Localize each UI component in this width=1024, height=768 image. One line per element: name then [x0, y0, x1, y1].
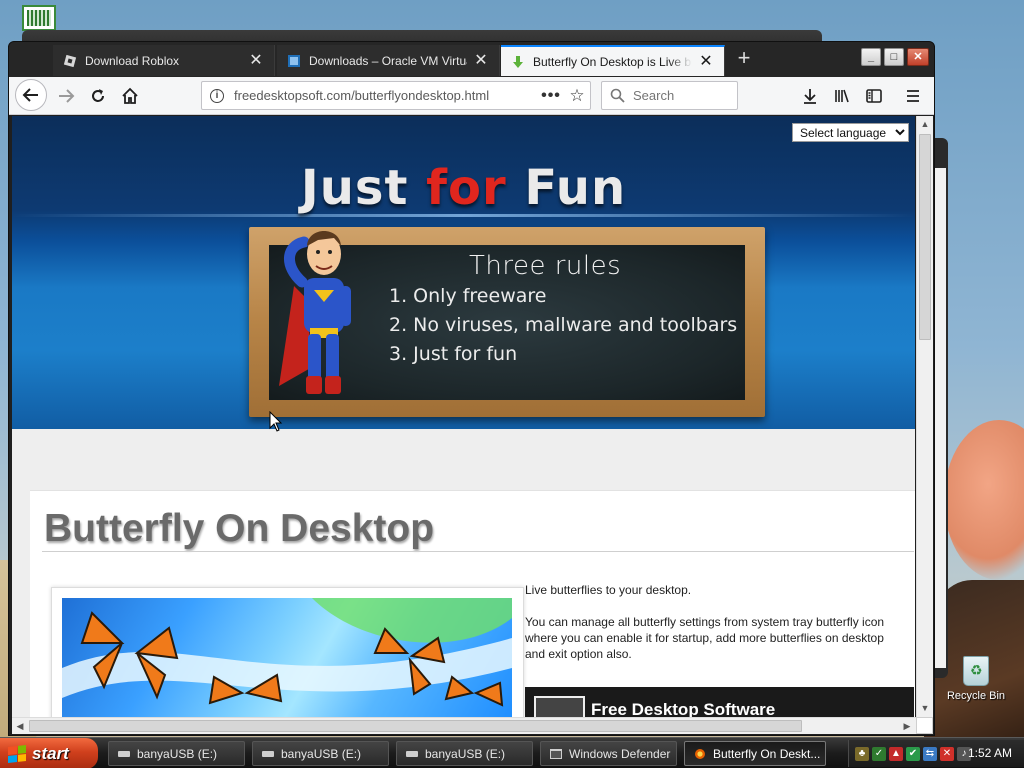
taskbar-item-butterfly-browser[interactable]: Butterfly On Deskt...	[684, 741, 826, 766]
tab-virtualbox-downloads[interactable]: Downloads – Oracle VM VirtualBox ✕	[277, 45, 500, 76]
tab-label: Downloads – Oracle VM VirtualBox	[309, 53, 467, 68]
recycle-bin[interactable]: Recycle Bin	[944, 656, 1008, 702]
butterflies-illustration	[62, 598, 512, 707]
home-button[interactable]	[115, 81, 145, 111]
horizontal-scrollbar[interactable]: ◀ ▶	[12, 717, 916, 734]
drive-icon	[262, 750, 274, 757]
recycle-bin-label: Recycle Bin	[946, 690, 1006, 702]
page-title: Butterfly On Desktop	[44, 507, 435, 550]
maximize-button[interactable]: □	[884, 48, 904, 66]
mouse-cursor-icon	[269, 411, 283, 432]
tab-label: Butterfly On Desktop is Live butterflies	[533, 54, 692, 69]
windows-flag-icon	[8, 744, 26, 763]
search-box[interactable]	[601, 81, 738, 110]
hero-title: Just for Fun	[300, 160, 627, 216]
site-info-icon[interactable]: i	[210, 88, 224, 103]
recycle-bin-icon[interactable]	[963, 656, 989, 686]
page-viewport[interactable]: Just for Fun Select language Three rules…	[12, 116, 915, 717]
start-label: start	[32, 743, 69, 763]
desktop-wallpaper-hand	[944, 420, 1024, 580]
bookmark-star-icon[interactable]: ☆	[564, 86, 590, 106]
free-desktop-software-widget[interactable]: Free Desktop Software	[525, 687, 914, 717]
description-intro: Live butterflies to your desktop.	[525, 583, 692, 597]
alert-icon[interactable]: ✕	[940, 746, 954, 761]
forward-arrow-icon	[59, 89, 75, 103]
reload-button[interactable]	[83, 81, 113, 111]
title-divider	[42, 551, 914, 552]
taskbar-item-windows-defender[interactable]: Windows Defender	[540, 741, 677, 766]
minimize-button[interactable]: _	[861, 48, 881, 66]
rule-item: 3. Just for fun	[389, 343, 518, 365]
virtualbox-favicon-icon	[288, 54, 300, 67]
downloads-button[interactable]	[795, 81, 825, 111]
drive-icon	[118, 750, 130, 757]
search-icon	[610, 88, 625, 103]
rule-item: 1. Only freeware	[389, 285, 547, 307]
tab-label: Download Roblox	[85, 53, 180, 68]
network-icon[interactable]: ⇆	[923, 746, 937, 761]
network-people-icon[interactable]: ♣	[855, 746, 869, 761]
scroll-right-arrow-icon[interactable]: ▶	[899, 718, 915, 734]
download-arrow-favicon-icon	[513, 55, 523, 68]
article-card: Butterfly On Desktop Live butterflies to…	[30, 490, 915, 717]
scroll-left-arrow-icon[interactable]: ◀	[12, 718, 28, 734]
drive-icon	[406, 750, 418, 757]
vertical-scrollbar[interactable]: ▲ ▼	[916, 116, 933, 717]
forward-button[interactable]	[51, 81, 81, 111]
sidebar-button[interactable]	[859, 81, 889, 111]
search-input[interactable]	[633, 88, 733, 103]
menu-button[interactable]	[898, 81, 928, 111]
taskbar: start banyaUSB (E:) banyaUSB (E:) banyaU…	[0, 737, 1024, 768]
download-icon	[804, 89, 816, 104]
library-button[interactable]	[827, 81, 857, 111]
close-icon[interactable]: ✕	[698, 53, 714, 70]
hero-banner: Just for Fun Select language Three rules…	[12, 116, 915, 432]
rules-title: Three rules	[469, 251, 622, 281]
close-window-button[interactable]: ✕	[907, 48, 929, 66]
horizontal-scroll-thumb[interactable]	[29, 720, 802, 732]
scrollbar-corner	[916, 717, 933, 734]
hamburger-menu-icon	[907, 90, 919, 102]
rule-item: 2. No viruses, mallware and toolbars	[389, 314, 738, 336]
taskbar-item-banyausb[interactable]: banyaUSB (E:)	[396, 741, 533, 766]
window-icon	[550, 748, 562, 759]
new-tab-button[interactable]: +	[733, 47, 755, 71]
taskbar-item-banyausb[interactable]: banyaUSB (E:)	[252, 741, 389, 766]
green-check-icon[interactable]: ✔	[906, 746, 920, 761]
library-icon	[835, 89, 849, 103]
clock[interactable]: 1:52 AM	[968, 746, 1012, 760]
start-button[interactable]: start	[0, 738, 98, 768]
browser-icon	[695, 748, 705, 759]
back-button[interactable]	[15, 79, 47, 111]
scroll-down-arrow-icon[interactable]: ▼	[917, 700, 933, 716]
superhero-mascot-illustration	[279, 231, 351, 394]
desktop-shortcut-icon[interactable]	[22, 5, 56, 31]
widget-thumbnail	[534, 696, 585, 717]
close-icon[interactable]: ✕	[473, 52, 489, 69]
roblox-favicon-icon	[63, 54, 77, 67]
scroll-up-arrow-icon[interactable]: ▲	[917, 116, 933, 132]
tab-strip: Download Roblox ✕ Downloads – Oracle VM …	[9, 42, 934, 77]
butterflies-screenshot-image[interactable]	[62, 598, 512, 717]
address-bar[interactable]: i freedesktopsoft.com/butterflyondesktop…	[201, 81, 591, 110]
reload-icon	[92, 89, 104, 102]
security-icon[interactable]: ✓	[872, 746, 886, 761]
shield-icon[interactable]: ▲	[889, 746, 903, 761]
widget-title[interactable]: Free Desktop Software	[591, 700, 775, 717]
taskbar-item-banyausb[interactable]: banyaUSB (E:)	[108, 741, 245, 766]
browser-window: Download Roblox ✕ Downloads – Oracle VM …	[8, 41, 935, 736]
url-text[interactable]: freedesktopsoft.com/butterflyondesktop.h…	[234, 88, 538, 103]
description-details: You can manage all butterfly settings fr…	[525, 615, 885, 661]
sidebar-icon	[866, 89, 882, 103]
page-actions-icon[interactable]: •••	[538, 87, 564, 105]
tab-download-roblox[interactable]: Download Roblox ✕	[53, 45, 275, 76]
close-icon[interactable]: ✕	[248, 52, 264, 69]
language-select[interactable]: Select language	[792, 123, 909, 142]
home-icon	[122, 87, 138, 104]
navigation-toolbar: i freedesktopsoft.com/butterflyondesktop…	[9, 77, 934, 115]
vertical-scroll-thumb[interactable]	[919, 134, 931, 340]
tab-butterfly-on-desktop[interactable]: Butterfly On Desktop is Live butterflies…	[501, 45, 725, 76]
product-screenshot-frame[interactable]	[51, 587, 524, 717]
back-arrow-icon	[22, 88, 38, 102]
